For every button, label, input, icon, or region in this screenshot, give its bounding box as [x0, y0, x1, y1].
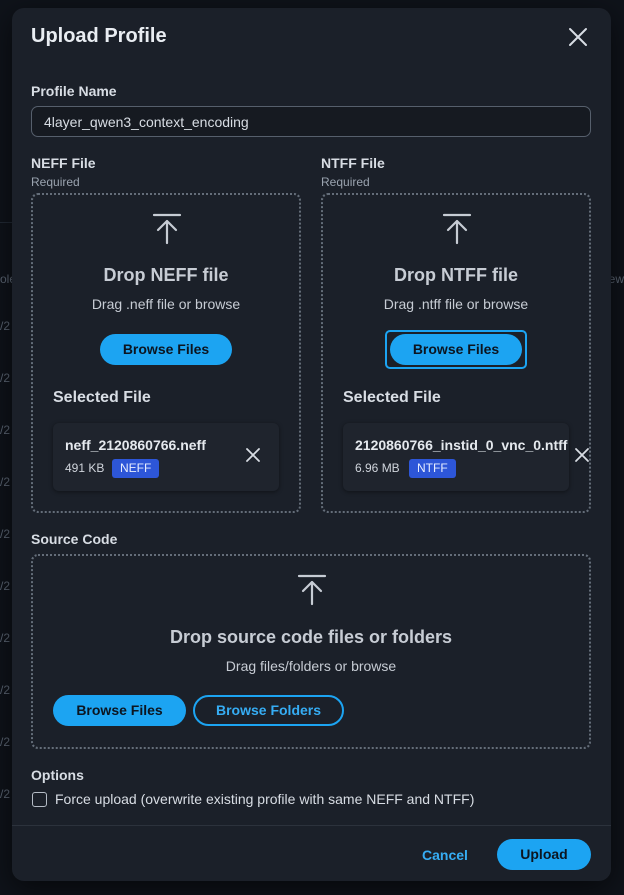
ntff-required-label: Required — [321, 175, 370, 189]
ntff-selected-file-title: Selected File — [343, 389, 441, 406]
neff-browse-files-button[interactable]: Browse Files — [100, 334, 232, 365]
ntff-file-size: 6.96 MB — [355, 461, 400, 475]
ntff-browse-files-button[interactable]: Browse Files — [390, 334, 522, 365]
background-text: /2 — [0, 683, 11, 697]
upload-profile-modal: Upload Profile Profile Name NEFF File Re… — [12, 8, 611, 881]
upload-button[interactable]: Upload — [497, 839, 591, 870]
footer-divider — [12, 825, 611, 826]
profile-name-input[interactable] — [31, 106, 591, 137]
background-text: /2 — [0, 319, 11, 333]
ntff-drop-title: Drop NTFF file — [394, 265, 518, 285]
ntff-dropzone[interactable]: Drop NTFF file Drag .ntff file or browse… — [321, 193, 591, 513]
source-code-label: Source Code — [31, 531, 118, 547]
upload-icon — [442, 213, 472, 245]
ntff-drop-subtitle: Drag .ntff file or browse — [383, 296, 529, 312]
profile-name-label: Profile Name — [31, 83, 117, 99]
force-upload-label: Force upload (overwrite existing profile… — [55, 791, 475, 807]
background-text: /2 — [0, 475, 11, 489]
close-button[interactable] — [566, 25, 590, 49]
neff-file-size: 491 KB — [65, 461, 105, 475]
source-code-drop-title: Drop source code files or folders — [169, 627, 453, 647]
source-browse-files-button[interactable]: Browse Files — [53, 695, 186, 726]
upload-icon — [152, 213, 182, 245]
ntff-remove-file-button[interactable] — [573, 446, 591, 464]
cancel-button[interactable]: Cancel — [410, 840, 480, 871]
ntff-file-label: NTFF File — [321, 155, 385, 171]
ntff-type-badge: NTFF — [409, 459, 456, 478]
close-icon — [569, 28, 587, 46]
background-text: /2 — [0, 631, 11, 645]
background-text: /2 — [0, 371, 11, 385]
ntff-file-name: 2120860766_instid_0_vnc_0.ntff — [355, 437, 568, 453]
neff-drop-title: Drop NEFF file — [103, 265, 229, 285]
neff-selected-file-title: Selected File — [53, 389, 151, 406]
background-text: /2 — [0, 527, 11, 541]
neff-type-badge: NEFF — [112, 459, 160, 478]
background-text: /2 — [0, 423, 11, 437]
neff-selected-file-card: neff_2120860766.neff 491 KB NEFF — [53, 423, 279, 491]
neff-drop-subtitle: Drag .neff file or browse — [91, 296, 241, 312]
upload-icon — [297, 574, 327, 606]
source-browse-folders-button[interactable]: Browse Folders — [193, 695, 344, 726]
source-code-drop-subtitle: Drag files/folders or browse — [225, 658, 397, 674]
close-icon — [575, 448, 589, 462]
background-divider — [0, 222, 12, 223]
close-icon — [246, 448, 260, 462]
background-text: /2 — [0, 735, 11, 749]
force-upload-checkbox[interactable] — [32, 792, 47, 807]
neff-dropzone[interactable]: Drop NEFF file Drag .neff file or browse… — [31, 193, 301, 513]
background-text: /2 — [0, 579, 11, 593]
source-code-dropzone[interactable]: Drop source code files or folders Drag f… — [31, 554, 591, 749]
neff-remove-file-button[interactable] — [244, 446, 262, 464]
neff-file-label: NEFF File — [31, 155, 96, 171]
options-label: Options — [31, 767, 84, 783]
neff-required-label: Required — [31, 175, 80, 189]
modal-title: Upload Profile — [31, 25, 167, 47]
background-text: /2 — [0, 787, 11, 801]
ntff-selected-file-card: 2120860766_instid_0_vnc_0.ntff 6.96 MB N… — [343, 423, 569, 491]
neff-file-name: neff_2120860766.neff — [65, 437, 206, 453]
